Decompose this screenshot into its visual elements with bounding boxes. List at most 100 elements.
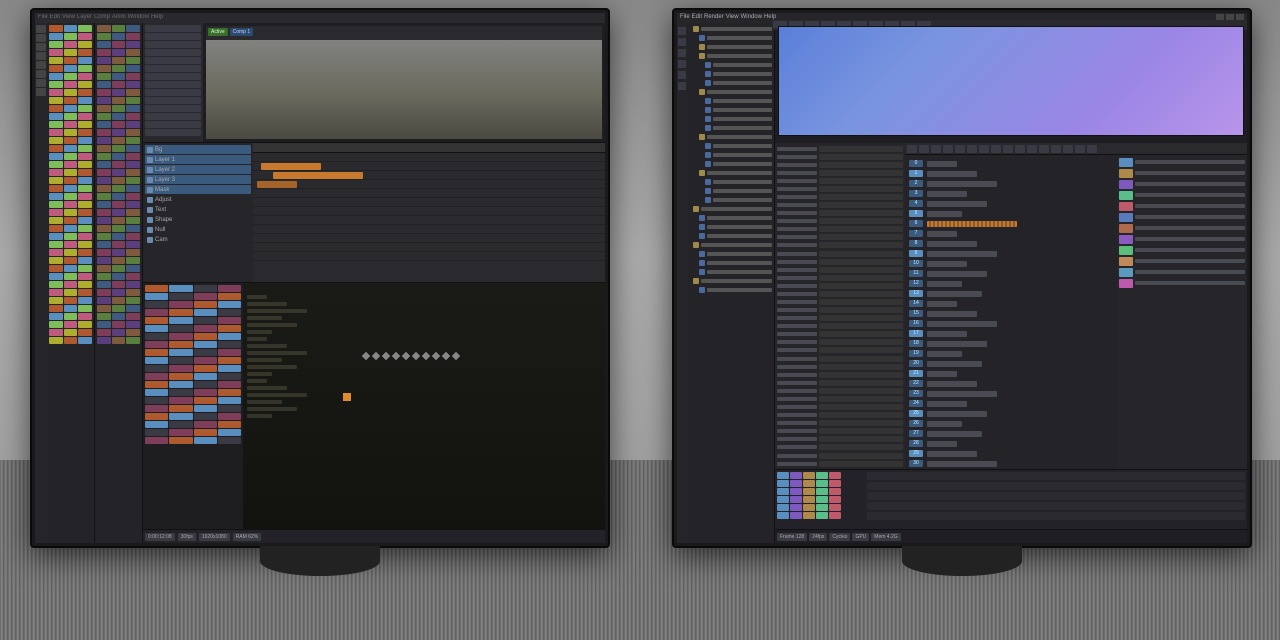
menu-file[interactable]: File	[680, 14, 690, 22]
channel-chip[interactable]	[803, 472, 815, 479]
property-row[interactable]	[777, 371, 903, 378]
tree-item[interactable]	[689, 223, 772, 231]
timeline-clip[interactable]	[273, 172, 363, 179]
track-item[interactable]: Cam	[145, 235, 251, 244]
node-index[interactable]: 21	[909, 370, 923, 377]
channel-chip[interactable]	[790, 488, 802, 495]
property-row[interactable]	[777, 226, 903, 233]
node-row[interactable]: 12	[909, 279, 1113, 288]
outliner-tree[interactable]	[687, 23, 775, 543]
node-row[interactable]: 7	[909, 229, 1113, 238]
property-row[interactable]	[777, 404, 903, 411]
channel-chip[interactable]	[816, 488, 828, 495]
channel-chip[interactable]	[816, 504, 828, 511]
dope-track[interactable]	[867, 512, 1245, 520]
dope-track[interactable]	[867, 492, 1245, 500]
channel-chip[interactable]	[829, 480, 841, 487]
node-row[interactable]: 28	[909, 439, 1113, 448]
channel-chip[interactable]	[829, 512, 841, 519]
thumbnail[interactable]	[1119, 224, 1133, 233]
node-row[interactable]: 14	[909, 299, 1113, 308]
timeline-row[interactable]	[253, 252, 605, 261]
tree-item[interactable]	[689, 259, 772, 267]
tree-item[interactable]	[689, 124, 772, 132]
menu-layer[interactable]: Layer	[77, 14, 92, 22]
node-index[interactable]: 9	[909, 250, 923, 257]
property-row[interactable]	[777, 339, 903, 346]
node-row[interactable]: 13	[909, 289, 1113, 298]
tree-item[interactable]	[689, 232, 772, 240]
channel-chip[interactable]	[816, 512, 828, 519]
asset-panel[interactable]	[47, 23, 95, 543]
tree-item[interactable]	[689, 34, 772, 42]
property-row[interactable]	[777, 234, 903, 241]
timeline-row[interactable]	[253, 198, 605, 207]
tree-item[interactable]	[689, 43, 772, 51]
node-row[interactable]: 8	[909, 239, 1113, 248]
node-row[interactable]: 20	[909, 359, 1113, 368]
property-row[interactable]	[777, 258, 903, 265]
node-toolbar[interactable]	[905, 143, 1247, 155]
timeline-clip[interactable]	[261, 163, 321, 170]
menu-render[interactable]: Render	[704, 14, 724, 22]
node-row[interactable]: 9	[909, 249, 1113, 258]
node-row[interactable]: 27	[909, 429, 1113, 438]
property-row[interactable]	[777, 210, 903, 217]
tree-item[interactable]	[689, 160, 772, 168]
thumbnail[interactable]	[1119, 191, 1133, 200]
node-index[interactable]: 1	[909, 170, 923, 177]
menu-window[interactable]: Window	[128, 14, 149, 22]
tree-item[interactable]	[689, 277, 772, 285]
track-list[interactable]: BgLayer 1Layer 2Layer 3MaskAdjustTextSha…	[143, 143, 253, 282]
track-item[interactable]: Layer 3	[145, 175, 251, 184]
node-index[interactable]: 3	[909, 190, 923, 197]
channel-chip[interactable]	[816, 472, 828, 479]
playhead-marker[interactable]	[343, 393, 351, 401]
node-row[interactable]: 1	[909, 169, 1113, 178]
property-row[interactable]	[777, 331, 903, 338]
channel-chip[interactable]	[777, 496, 789, 503]
node-row[interactable]: 4	[909, 199, 1113, 208]
property-row[interactable]	[777, 250, 903, 257]
node-index[interactable]: 11	[909, 270, 923, 277]
tree-item[interactable]	[689, 268, 772, 276]
thumbnail[interactable]	[1119, 279, 1133, 288]
timeline-row[interactable]	[253, 189, 605, 198]
track-item[interactable]: Mask	[145, 185, 251, 194]
thumbnail[interactable]	[1119, 202, 1133, 211]
property-row[interactable]	[777, 323, 903, 330]
track-item[interactable]: Adjust	[145, 195, 251, 204]
node-index[interactable]: 5	[909, 210, 923, 217]
channel-chip[interactable]	[777, 472, 789, 479]
node-row[interactable]: 15	[909, 309, 1113, 318]
node-row[interactable]: 3	[909, 189, 1113, 198]
graph-editor[interactable]	[243, 283, 605, 543]
timeline-row[interactable]	[253, 216, 605, 225]
property-row[interactable]	[777, 387, 903, 394]
node-row[interactable]: 25	[909, 409, 1113, 418]
node-index[interactable]: 6	[909, 220, 923, 227]
property-row[interactable]	[777, 444, 903, 451]
property-row[interactable]	[777, 185, 903, 192]
track-item[interactable]: Bg	[145, 145, 251, 154]
track-item[interactable]: Null	[145, 225, 251, 234]
tree-item[interactable]	[689, 79, 772, 87]
node-index[interactable]: 23	[909, 390, 923, 397]
activity-bar[interactable]	[35, 23, 47, 543]
property-row[interactable]	[777, 347, 903, 354]
thumbnail[interactable]	[1119, 235, 1133, 244]
property-row[interactable]	[777, 428, 903, 435]
node-row[interactable]: 24	[909, 399, 1113, 408]
dope-track[interactable]	[867, 472, 1245, 480]
property-row[interactable]	[777, 379, 903, 386]
property-row[interactable]	[777, 266, 903, 273]
node-row[interactable]: 16	[909, 319, 1113, 328]
channel-chip[interactable]	[777, 480, 789, 487]
property-row[interactable]	[777, 412, 903, 419]
menu-edit[interactable]: Edit	[50, 14, 60, 22]
preview-tabs[interactable]: ActiveComp 1	[206, 26, 602, 40]
node-row[interactable]: 19	[909, 349, 1113, 358]
node-row[interactable]: 30	[909, 459, 1113, 468]
tree-item[interactable]	[689, 97, 772, 105]
node-index[interactable]: 13	[909, 290, 923, 297]
